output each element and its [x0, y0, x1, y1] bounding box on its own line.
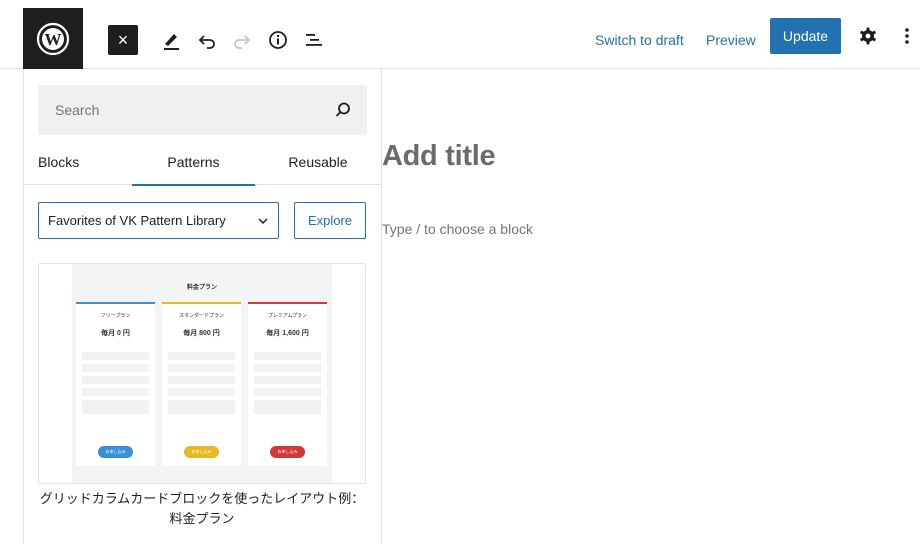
- plan-price: 毎月 1,600 円: [266, 330, 309, 337]
- plan-price: 毎月 800 円: [183, 330, 220, 337]
- close-inserter-button[interactable]: ×: [108, 25, 138, 55]
- plan-feature-row: [168, 364, 235, 372]
- undo-button[interactable]: [191, 24, 223, 56]
- details-button[interactable]: [262, 24, 294, 56]
- update-button[interactable]: Update: [770, 18, 841, 54]
- redo-icon: [234, 35, 251, 49]
- post-title-input[interactable]: Add title: [382, 140, 496, 173]
- plan-feature-row: [254, 388, 321, 396]
- plan-card-premium: プレミアムプラン 毎月 1,600 円 お申し込み: [248, 302, 327, 466]
- more-vertical-icon: [905, 28, 909, 44]
- plan-feature-row: [254, 364, 321, 372]
- plan-feature-row: [254, 352, 321, 360]
- plan-feature-row: [254, 418, 321, 430]
- switch-to-draft-button[interactable]: Switch to draft: [595, 26, 684, 54]
- plan-feature-row: [82, 352, 149, 360]
- plan-apply-button: お申し込み: [98, 446, 133, 458]
- plan-card-free: フリープラン 毎月 0 円 お申し込み: [76, 302, 155, 466]
- block-appender[interactable]: Type / to choose a block: [382, 221, 533, 237]
- pattern-preview-card[interactable]: 料金プラン フリープラン 毎月 0 円 お申し込み スタンダードプラン 毎月 8…: [38, 263, 366, 484]
- tab-reusable[interactable]: Reusable: [254, 139, 382, 185]
- tools-button[interactable]: [155, 24, 187, 56]
- wordpress-logo-button[interactable]: W: [23, 8, 83, 69]
- block-inserter-panel: Blocks Patterns Reusable Favorites of VK…: [23, 69, 382, 544]
- plan-name: フリープラン: [100, 313, 131, 319]
- pattern-category-select[interactable]: Favorites of VK Pattern Library: [38, 202, 279, 239]
- plan-feature-row: [168, 352, 235, 360]
- wordpress-logo-icon: W: [36, 22, 70, 55]
- redo-button[interactable]: [226, 24, 258, 56]
- plan-feature-row: [82, 364, 149, 372]
- svg-text:W: W: [45, 30, 62, 49]
- plan-feature-row: [168, 400, 235, 414]
- chevron-down-icon: [258, 218, 268, 225]
- plan-feature-row: [82, 376, 149, 384]
- plan-feature-row: [168, 388, 235, 396]
- plan-feature-row: [82, 388, 149, 396]
- plan-feature-row: [82, 418, 149, 430]
- pattern-category-value: Favorites of VK Pattern Library: [48, 213, 226, 228]
- pen-icon: [164, 34, 179, 50]
- inserter-tabs: Blocks Patterns Reusable: [24, 139, 382, 186]
- pattern-title: グリッドカラムカードブロックを使ったレイアウト例：料金プラン: [39, 491, 365, 526]
- plan-feature-row: [254, 376, 321, 384]
- plan-apply-button: お申し込み: [270, 446, 305, 458]
- settings-button[interactable]: [852, 20, 884, 52]
- undo-icon: [198, 35, 215, 49]
- plan-feature-row: [168, 376, 235, 384]
- plan-price: 毎月 0 円: [101, 330, 130, 337]
- plan-feature-row: [254, 400, 321, 414]
- tab-blocks[interactable]: Blocks: [24, 139, 94, 185]
- plan-name: プレミアムプラン: [267, 313, 308, 319]
- options-button[interactable]: [894, 20, 920, 52]
- plan-feature-row: [168, 418, 235, 430]
- list-view-icon: [306, 34, 322, 46]
- plan-apply-button: お申し込み: [184, 446, 219, 458]
- pattern-preview-image: 料金プラン フリープラン 毎月 0 円 お申し込み スタンダードプラン 毎月 8…: [72, 264, 332, 483]
- close-icon: ×: [117, 30, 129, 50]
- info-icon: [269, 31, 287, 49]
- editor-header: W × Switch to draft Preview Update: [0, 8, 920, 69]
- search-icon[interactable]: [331, 98, 355, 122]
- search-box: [38, 85, 367, 135]
- plan-card-standard: スタンダードプラン 毎月 800 円 お申し込み: [162, 302, 241, 466]
- preview-button[interactable]: Preview: [706, 26, 756, 54]
- tab-patterns[interactable]: Patterns: [132, 139, 255, 186]
- preview-heading: 料金プラン: [186, 285, 217, 291]
- gear-icon: [860, 27, 876, 45]
- plan-name: スタンダードプラン: [178, 313, 224, 319]
- list-view-button[interactable]: [298, 24, 330, 56]
- plan-feature-row: [82, 400, 149, 414]
- explore-button[interactable]: Explore: [294, 202, 366, 239]
- search-input[interactable]: [38, 85, 328, 135]
